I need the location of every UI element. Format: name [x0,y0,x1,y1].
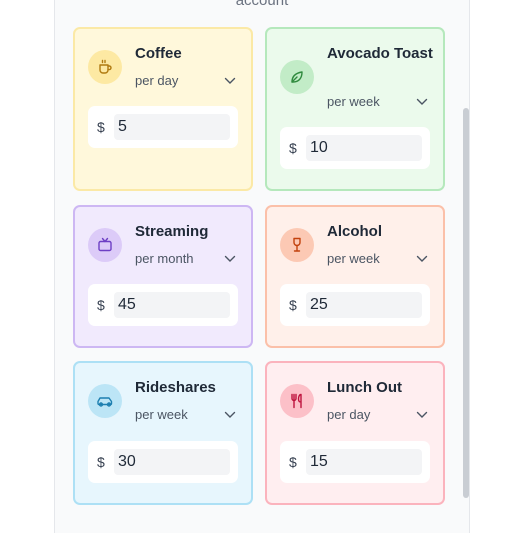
currency-symbol: $ [97,297,105,313]
frequency-select[interactable]: per day [327,407,370,422]
frequency-select[interactable]: per week [135,407,188,422]
frequency-select[interactable]: per week [327,251,380,266]
amount-field: $ 45 [88,284,238,326]
amount-input[interactable]: 5 [114,114,230,140]
expense-card-alcohol: Alcohol per week $ 25 [265,205,445,348]
expense-name: Alcohol [327,223,382,240]
chevron-down-icon[interactable] [416,411,428,419]
currency-symbol: $ [289,140,297,156]
amount-field: $ 15 [280,441,430,483]
expense-name: Rideshares [135,379,216,396]
amount-input[interactable]: 45 [114,292,230,318]
frequency-select[interactable]: per day [135,73,178,88]
chevron-down-icon[interactable] [416,255,428,263]
currency-symbol: $ [289,297,297,313]
panel-subtitle: account [235,0,289,9]
amount-field: $ 30 [88,441,238,483]
amount-field: $ 10 [280,127,430,169]
expense-card-coffee: Coffee per day $ 5 [73,27,253,191]
amount-input[interactable]: 30 [114,449,230,475]
amount-field: $ 5 [88,106,238,148]
currency-symbol: $ [97,454,105,470]
chevron-down-icon[interactable] [224,255,236,263]
tv-icon [88,228,122,262]
currency-symbol: $ [97,119,105,135]
expense-card-rideshares: Rideshares per week $ 30 [73,361,253,505]
chevron-down-icon[interactable] [416,98,428,106]
car-icon [88,384,122,418]
amount-input[interactable]: 25 [306,292,422,318]
amount-input[interactable]: 15 [306,449,422,475]
expense-name: Coffee [135,45,182,62]
expense-card-lunch-out: Lunch Out per day $ 15 [265,361,445,505]
frequency-select[interactable]: per week [327,94,380,109]
wine-glass-icon [280,228,314,262]
expense-card-avocado-toast: Avocado Toast per week $ 10 [265,27,445,191]
leaf-icon [280,60,314,94]
chevron-down-icon[interactable] [224,411,236,419]
chevron-down-icon[interactable] [224,77,236,85]
amount-input[interactable]: 10 [306,135,422,161]
currency-symbol: $ [289,454,297,470]
expense-card-streaming: Streaming per month $ 45 [73,205,253,348]
coffee-cup-icon [88,50,122,84]
utensils-icon [280,384,314,418]
expense-name: Lunch Out [327,379,402,396]
expense-name: Avocado Toast [327,45,433,62]
amount-field: $ 25 [280,284,430,326]
frequency-select[interactable]: per month [135,251,194,266]
scrollbar-thumb[interactable] [463,108,469,498]
expense-name: Streaming [135,223,209,240]
